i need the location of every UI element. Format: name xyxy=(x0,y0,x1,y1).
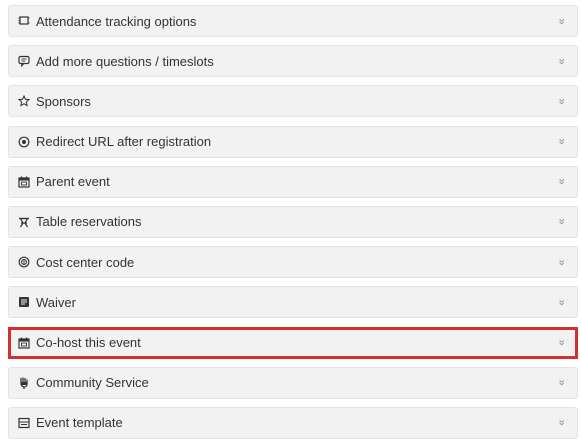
chevron-down-icon: » xyxy=(555,419,568,426)
settings-accordion: Attendance tracking options » Add more q… xyxy=(8,5,578,447)
accordion-item-sponsors[interactable]: Sponsors » xyxy=(8,85,578,118)
accordion-item-event-template[interactable]: Event template » xyxy=(8,406,578,439)
template-icon xyxy=(17,416,31,430)
chevron-down-icon: » xyxy=(555,299,568,306)
chevron-down-icon: » xyxy=(555,259,568,266)
chevron-down-icon: » xyxy=(555,178,568,185)
hand-icon xyxy=(17,376,31,390)
accordion-item-label: Table reservations xyxy=(36,214,142,230)
chevron-down-icon: » xyxy=(555,17,568,25)
accordion-item-attendance-tracking[interactable]: Attendance tracking options » xyxy=(8,5,578,37)
accordion-item-label: Sponsors xyxy=(36,93,91,109)
accordion-item-label: Co-host this event xyxy=(36,335,141,350)
comment-icon xyxy=(17,54,31,68)
chevron-down-icon: » xyxy=(555,379,568,386)
table-icon xyxy=(17,215,31,229)
accordion-item-label: Attendance tracking options xyxy=(36,13,197,29)
chevron-down-icon: » xyxy=(555,339,568,346)
calendar-icon xyxy=(17,336,31,350)
accordion-item-label: Event template xyxy=(36,415,123,431)
star-icon xyxy=(17,94,31,108)
accordion-item-label: Community Service xyxy=(36,375,149,391)
accordion-item-waiver[interactable]: Waiver » xyxy=(8,286,578,319)
accordion-item-label: Redirect URL after registration xyxy=(36,134,212,150)
chevron-down-icon: » xyxy=(555,218,568,225)
accordion-item-parent-event[interactable]: Parent event » xyxy=(8,165,578,198)
coin-icon xyxy=(17,255,31,269)
accordion-item-label: Waiver xyxy=(36,294,76,310)
accordion-item-community-service[interactable]: Community Service » xyxy=(8,366,578,399)
attendance-icon xyxy=(17,14,31,28)
accordion-item-label: Add more questions / timeslots xyxy=(36,53,214,69)
chevron-down-icon: » xyxy=(555,58,568,65)
chevron-down-icon: » xyxy=(555,98,568,105)
document-icon xyxy=(17,295,31,309)
accordion-item-table-reservations[interactable]: Table reservations » xyxy=(8,205,578,238)
accordion-item-add-questions[interactable]: Add more questions / timeslots » xyxy=(8,45,578,78)
target-icon xyxy=(17,135,31,149)
accordion-item-label: Cost center code xyxy=(36,254,135,270)
accordion-item-co-host[interactable]: Co-host this event » xyxy=(8,326,578,359)
accordion-item-label: Parent event xyxy=(36,174,110,190)
accordion-item-redirect-url[interactable]: Redirect URL after registration » xyxy=(8,125,578,158)
chevron-down-icon: » xyxy=(555,138,568,145)
accordion-item-cost-center[interactable]: Cost center code » xyxy=(8,246,578,279)
calendar-icon xyxy=(17,175,31,189)
